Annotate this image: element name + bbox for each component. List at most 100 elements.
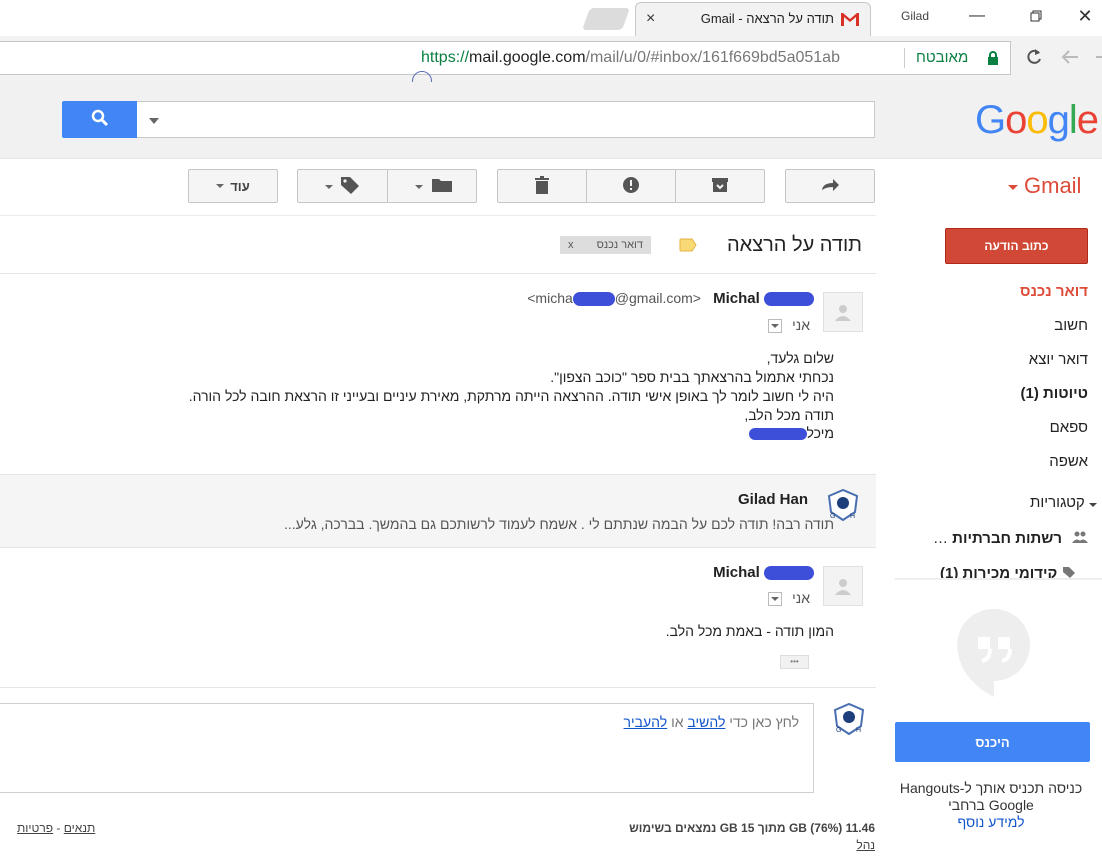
- categories-label: קטגוריות: [1030, 494, 1085, 511]
- sidebar-item-drafts[interactable]: טיוטות (1): [1021, 385, 1089, 402]
- tab-close-icon[interactable]: ×: [646, 10, 655, 28]
- tag-icon: [1062, 565, 1076, 578]
- avatar[interactable]: [823, 292, 863, 332]
- label-chip-inbox[interactable]: x דואר נכנס: [560, 236, 651, 254]
- terms-link[interactable]: תנאים: [64, 821, 96, 835]
- hangouts-text-1: כניסה תכניס אותך ל-Hangouts: [899, 780, 1083, 796]
- subject-divider: [0, 273, 876, 274]
- manage-storage-link[interactable]: נהל: [856, 838, 875, 852]
- sender-name: Michal: [713, 290, 760, 307]
- message-divider: [0, 687, 876, 688]
- trash-icon: [534, 175, 550, 197]
- redacted-block: [572, 292, 615, 307]
- my-avatar: GH: [831, 702, 867, 739]
- browser-tab[interactable]: × תודה על הרצאה - Gmail: [635, 2, 871, 37]
- sidebar-item-promotions[interactable]: קידומי מכירות (1): [940, 565, 1076, 578]
- lock-icon[interactable]: [987, 51, 999, 68]
- important-marker-icon[interactable]: [679, 238, 697, 255]
- forward-link[interactable]: להעביר: [624, 714, 668, 730]
- more-button[interactable]: עוד: [188, 169, 278, 203]
- compose-label: כתוב הודעה: [984, 239, 1049, 253]
- reply-link[interactable]: להשיב: [687, 714, 725, 730]
- chevron-down-icon: [325, 185, 333, 189]
- chevron-down-icon: [1008, 184, 1018, 190]
- sidebar-item-inbox[interactable]: דואר נכנס: [1020, 283, 1088, 300]
- recipient-me: אני: [792, 590, 810, 606]
- minimize-icon[interactable]: —: [954, 0, 1000, 32]
- profile-name[interactable]: Gilad: [901, 9, 929, 23]
- more-label: עוד: [230, 178, 250, 194]
- svg-text:H: H: [856, 727, 861, 734]
- thread-subject: תודה על הרצאה: [726, 234, 862, 256]
- svg-text:G: G: [836, 727, 841, 734]
- reply-box[interactable]: לחץ כאן כדי להשיב או להעביר: [0, 703, 814, 793]
- people-icon: [1072, 530, 1089, 547]
- show-trimmed-button[interactable]: •••: [780, 655, 809, 669]
- archive-icon: [711, 177, 729, 196]
- hangouts-signin-label: היכנס: [975, 734, 1010, 750]
- label-tag-icon: [340, 176, 360, 197]
- chevron-down-icon: [415, 185, 423, 189]
- chevron-down-icon: [1088, 503, 1097, 507]
- avatar[interactable]: [823, 566, 863, 606]
- move-to-button[interactable]: [387, 169, 477, 203]
- more-dots: …: [933, 530, 948, 547]
- privacy-link[interactable]: פרטיות: [17, 821, 53, 835]
- sidebar-item-categories[interactable]: קטגוריות: [1030, 494, 1097, 511]
- report-spam-button[interactable]: [586, 169, 676, 203]
- forward-arrow-icon: [820, 178, 840, 195]
- maximize-icon[interactable]: [1013, 0, 1059, 32]
- hangouts-learn-more-link[interactable]: למידע נוסף: [895, 814, 1087, 830]
- recipients-dropdown[interactable]: אני: [768, 317, 810, 334]
- sidebar-item-sent[interactable]: דואר יוצא: [1029, 351, 1088, 368]
- folder-icon: [431, 177, 453, 196]
- message-body-line: היה לי חשוב לומר לך באופן אישי תודה. ההר…: [188, 388, 834, 404]
- sidebar-item-important[interactable]: חשוב: [1054, 317, 1088, 334]
- spam-icon: [622, 176, 640, 197]
- message-3-header[interactable]: Michal: [713, 564, 814, 581]
- forward-icon[interactable]: [1094, 48, 1102, 68]
- tab-title: תודה על הרצאה - Gmail: [700, 11, 834, 26]
- details-toggle-icon[interactable]: [768, 592, 783, 607]
- gmail-product-menu[interactable]: Gmail: [1008, 173, 1081, 199]
- new-tab-button[interactable]: [581, 8, 631, 30]
- close-window-icon[interactable]: ✕: [1062, 0, 1102, 32]
- url-divider: [904, 48, 905, 68]
- sidebar-item-spam[interactable]: ספאם: [1050, 419, 1088, 436]
- back-icon[interactable]: [1060, 48, 1080, 69]
- url-scheme: https://: [421, 49, 470, 66]
- labels-button[interactable]: [297, 169, 388, 203]
- search-input[interactable]: [136, 101, 875, 138]
- search-button[interactable]: [62, 101, 137, 138]
- details-toggle-icon[interactable]: [768, 319, 783, 334]
- sidebar-item-social[interactable]: … רשתות חברתיות: [933, 530, 1089, 547]
- recipient-me: אני: [792, 317, 810, 333]
- chevron-down-icon: [216, 184, 225, 188]
- search-options-icon[interactable]: [149, 118, 159, 124]
- omnibox[interactable]: https://mail.google.com/mail/u/0/#inbox/…: [0, 41, 1011, 75]
- url-text[interactable]: https://mail.google.com/mail/u/0/#inbox/…: [421, 49, 840, 67]
- sidebar-item-trash[interactable]: אשפה: [1049, 453, 1088, 470]
- sender-email: <micha @gmail.com>: [527, 290, 701, 307]
- google-logo[interactable]: Google: [975, 98, 1099, 143]
- reply-forward-button[interactable]: [785, 169, 875, 203]
- message-1-header[interactable]: <micha @gmail.com> Michal: [527, 290, 814, 307]
- hangouts-signin-button[interactable]: היכנס: [895, 722, 1090, 762]
- svg-text:H: H: [850, 513, 855, 520]
- gmail-favicon-icon: [840, 11, 860, 30]
- sidebar-fade: [895, 578, 1102, 580]
- message-body-line: תודה מכל הלב,: [744, 407, 834, 423]
- redacted-block: [764, 566, 814, 581]
- compose-button[interactable]: כתוב הודעה: [945, 228, 1088, 264]
- archive-button[interactable]: [675, 169, 765, 203]
- toolbar-divider: [0, 215, 876, 216]
- product-name: Gmail: [1024, 173, 1082, 198]
- reload-icon[interactable]: [1024, 47, 1044, 70]
- secure-label[interactable]: מאובטח: [916, 49, 968, 66]
- redacted-block: [764, 292, 814, 307]
- browser-titlebar: [0, 0, 1102, 36]
- delete-button[interactable]: [497, 169, 587, 203]
- label-remove-icon[interactable]: x: [568, 239, 574, 251]
- collapsed-message[interactable]: [0, 474, 876, 548]
- recipients-dropdown[interactable]: אני: [768, 590, 810, 607]
